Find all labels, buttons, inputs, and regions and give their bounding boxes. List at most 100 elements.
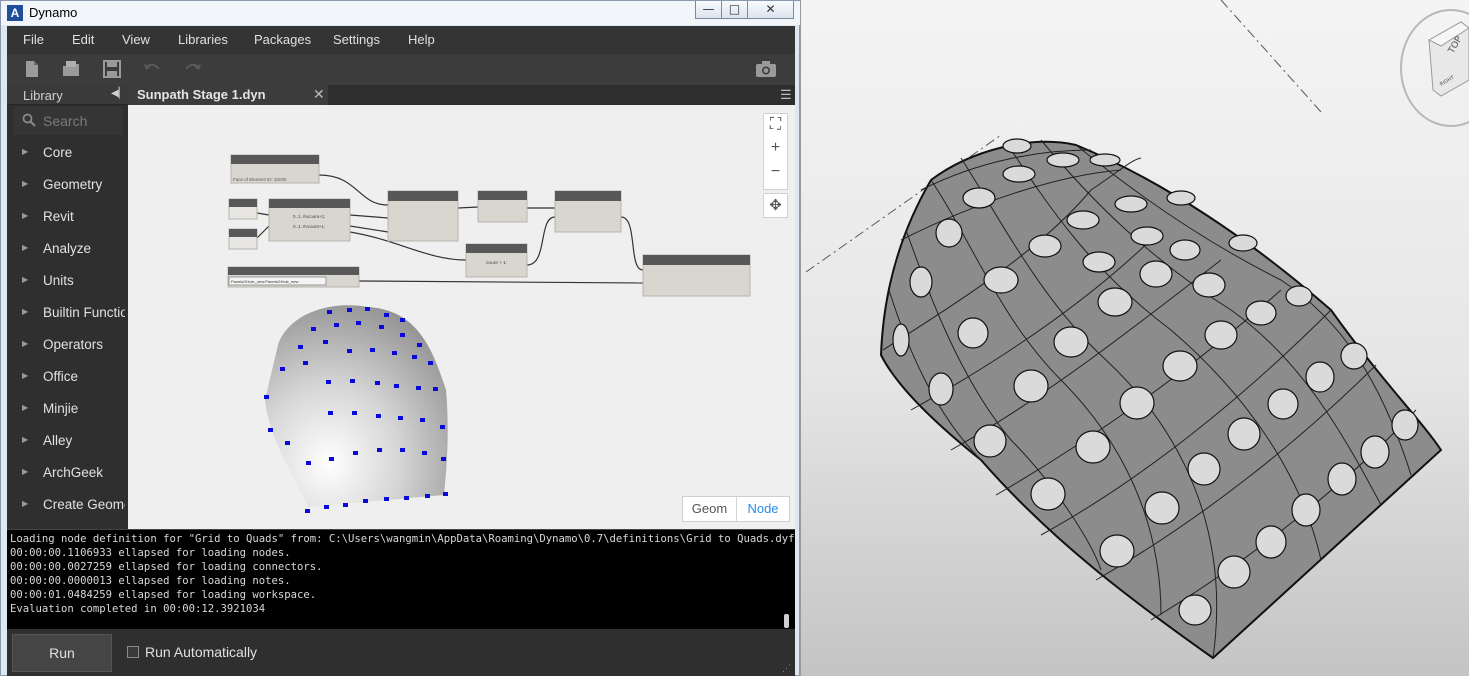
library-item-label: Office	[43, 369, 79, 384]
node-graph: Face of Element ID: 32030 0..1..#ucount+…	[227, 154, 751, 513]
workspace-tab-bar: Sunpath Stage 1.dyn ✕ ☰	[128, 85, 795, 105]
console-output[interactable]: Loading node definition for "Grid to Qua…	[7, 529, 795, 629]
library-item-core[interactable]: ▶ Core	[7, 137, 128, 169]
expand-arrow-icon: ▶	[22, 147, 29, 156]
library-item-office[interactable]: ▶ Office	[7, 361, 128, 393]
new-file-icon[interactable]	[23, 60, 41, 78]
library-item-geometry[interactable]: ▶ Geometry	[7, 169, 128, 201]
workspace-canvas[interactable]: Face of Element ID: 32030 0..1..#ucount+…	[128, 105, 795, 529]
geom-node-toggle: Geom Node	[682, 496, 790, 522]
save-icon[interactable]	[103, 60, 121, 78]
library-search-input[interactable]: Search	[14, 107, 122, 135]
library-item-create-geometry[interactable]: ▶ Create Geometry	[7, 489, 128, 521]
collapse-library-icon[interactable]: ◀▏	[111, 88, 126, 99]
revit-3d-view[interactable]: TOP RIGHT	[801, 0, 1469, 676]
library-item-label: Alley	[43, 433, 73, 448]
expand-arrow-icon: ▶	[22, 275, 29, 284]
tab-menu-icon[interactable]: ☰	[780, 87, 792, 103]
camera-icon[interactable]	[755, 60, 777, 78]
menu-libraries[interactable]: Libraries	[178, 32, 228, 47]
expand-arrow-icon: ▶	[22, 499, 29, 508]
toolbar	[7, 54, 795, 85]
expand-arrow-icon: ▶	[22, 243, 29, 252]
zoom-controls: ⛶ + −	[763, 113, 788, 190]
library-item-label: Units	[43, 273, 74, 288]
expand-arrow-icon: ▶	[22, 371, 29, 380]
library-item-label: Minjie	[43, 401, 79, 416]
library-item-label: Analyze	[43, 241, 92, 256]
console-line: 00:00:00.0000013 ellapsed for loading no…	[10, 575, 291, 587]
console-line: Loading node definition for "Grid to Qua…	[10, 533, 795, 545]
view-cube[interactable]: TOP RIGHT	[1400, 9, 1469, 127]
run-automatically-checkbox[interactable]	[127, 646, 139, 658]
undo-icon[interactable]	[143, 60, 161, 78]
search-icon	[22, 113, 36, 127]
library-item-archgeek[interactable]: ▶ ArchGeek	[7, 457, 128, 489]
expand-arrow-icon: ▶	[22, 307, 29, 316]
library-panel: Library ◀▏ Search ▶ Core ▶ Geometry ▶ Revit…	[7, 85, 128, 529]
element-id-label: Face of Element ID: 32030	[233, 177, 287, 182]
expand-arrow-icon: ▶	[22, 467, 29, 476]
library-item-builtin-functions[interactable]: ▶ Builtin Functions	[7, 297, 128, 329]
node-view-button[interactable]: Node	[737, 497, 789, 521]
menu-help[interactable]: Help	[408, 32, 435, 47]
console-lines: Loading node definition for "Grid to Qua…	[10, 532, 795, 616]
menu-packages[interactable]: Packages	[254, 32, 311, 47]
zoom-fit-icon[interactable]: ⛶	[764, 116, 787, 134]
tab-sunpath-stage[interactable]: Sunpath Stage 1.dyn ✕	[128, 85, 328, 105]
zoom-in-icon[interactable]: +	[764, 139, 787, 157]
menu-file[interactable]: File	[23, 32, 44, 47]
panelized-surface	[879, 138, 1443, 660]
title-bar[interactable]: A Dynamo — □ ✕	[1, 1, 801, 25]
close-tab-icon[interactable]: ✕	[313, 86, 325, 103]
geometry-preview	[264, 305, 448, 513]
library-item-label: Geometry	[43, 177, 103, 192]
library-item-label: Core	[43, 145, 73, 160]
run-bar: Run Run Automatically ⋰	[7, 629, 795, 676]
menu-edit[interactable]: Edit	[72, 32, 94, 47]
library-item-analyze[interactable]: ▶ Analyze	[7, 233, 128, 265]
resize-grip-icon[interactable]: ⋰	[782, 663, 791, 674]
library-item-label: Revit	[43, 209, 74, 224]
library-title: Library	[23, 88, 63, 103]
search-placeholder: Search	[43, 113, 88, 129]
library-item-minjie[interactable]: ▶ Minjie	[7, 393, 128, 425]
library-item-alley[interactable]: ▶ Alley	[7, 425, 128, 457]
revit-geometry: TOP RIGHT	[805, 0, 1469, 660]
console-scrollbar[interactable]	[784, 614, 789, 628]
dynamo-logo-icon: A	[7, 5, 23, 21]
library-item-operators[interactable]: ▶ Operators	[7, 329, 128, 361]
console-line: 00:00:01.0484259 ellapsed for loading wo…	[10, 589, 317, 601]
run-automatically-label: Run Automatically	[145, 644, 258, 660]
library-item-label: Create Geometry	[43, 497, 125, 512]
menu-view[interactable]: View	[122, 32, 150, 47]
open-folder-icon[interactable]	[62, 60, 80, 78]
minimize-button[interactable]: —	[695, 1, 722, 19]
geom-view-button[interactable]: Geom	[683, 497, 737, 521]
code-line-1: 0..1..#ucount+1;	[293, 214, 325, 219]
library-item-revit[interactable]: ▶ Revit	[7, 201, 128, 233]
library-item-units[interactable]: ▶ Units	[7, 265, 128, 297]
library-item-label: Builtin Functions	[43, 305, 125, 320]
window-title: Dynamo	[29, 5, 78, 20]
zoom-out-icon[interactable]: −	[764, 163, 787, 181]
console-line: 00:00:00.1106933 ellapsed for loading no…	[10, 547, 291, 559]
menu-settings[interactable]: Settings	[333, 32, 380, 47]
expand-arrow-icon: ▶	[22, 179, 29, 188]
menu-bar: File Edit View Libraries Packages Settin…	[7, 26, 795, 54]
maximize-button[interactable]: □	[721, 1, 748, 19]
expand-arrow-icon: ▶	[22, 403, 29, 412]
code-line-2: 0..1..#vcount+1;	[293, 224, 325, 229]
close-window-button[interactable]: ✕	[747, 1, 794, 19]
expand-arrow-icon: ▶	[22, 339, 29, 348]
library-item-label: Operators	[43, 337, 104, 352]
console-line: Evaluation completed in 00:00:12.3921034	[10, 603, 266, 615]
console-line: 00:00:00.0027259 ellapsed for loading co…	[10, 561, 323, 573]
run-button[interactable]: Run	[12, 634, 112, 672]
pan-icon[interactable]: ✥	[763, 193, 788, 218]
redo-icon[interactable]	[184, 60, 202, 78]
tab-label: Sunpath Stage 1.dyn	[137, 87, 266, 102]
expand-arrow-icon: ▶	[22, 211, 29, 220]
family-dropdown: PanelsGHole_new:PanelsGHole_new	[231, 279, 298, 284]
count-code: count + 1;	[486, 260, 507, 266]
